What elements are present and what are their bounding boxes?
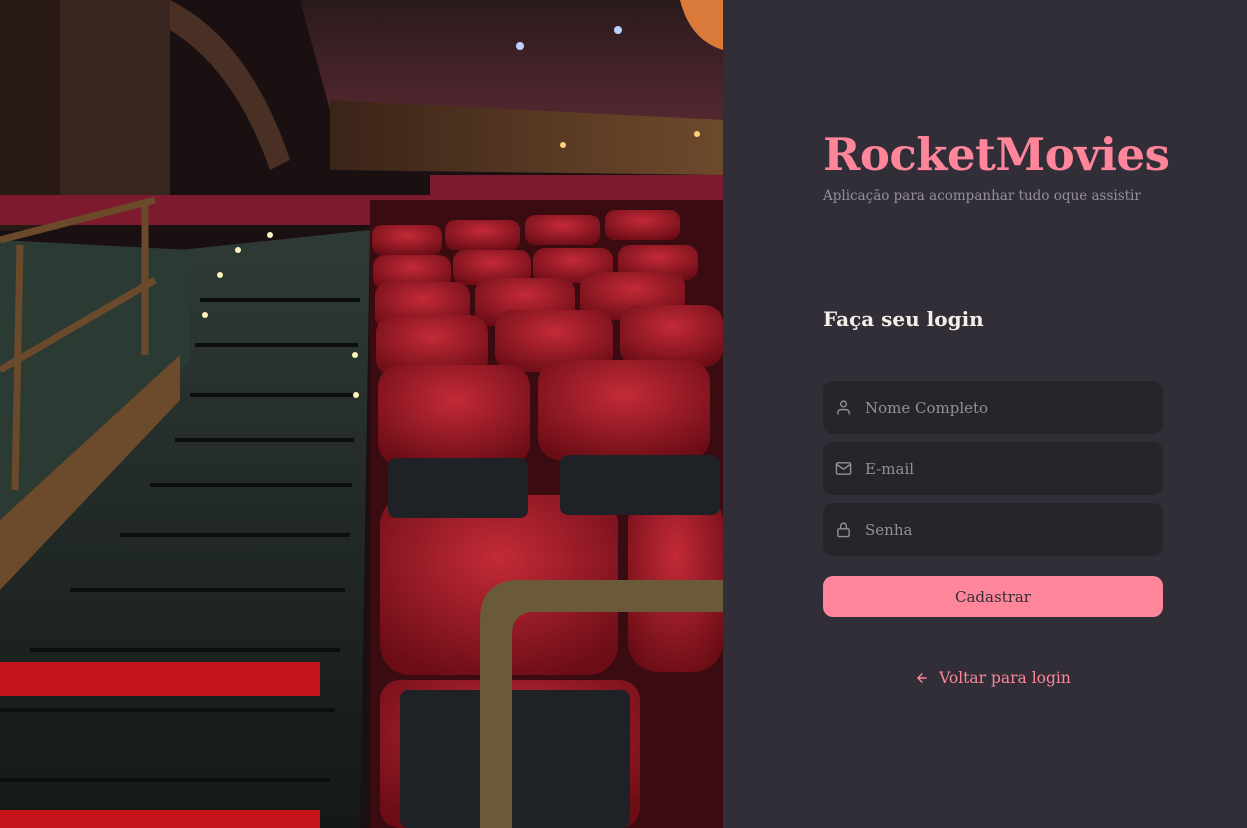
arrow-left-icon (915, 671, 929, 685)
register-button[interactable]: Cadastrar (823, 576, 1163, 617)
brand-subtitle: Aplicação para acompanhar tudo oque assi… (823, 188, 1141, 204)
signup-panel: RocketMovies Aplicação para acompanhar t… (723, 0, 1247, 828)
theater-seats-photo (0, 0, 723, 828)
hero-image (0, 0, 723, 828)
email-field[interactable] (823, 442, 1163, 495)
brand-title: RocketMovies (823, 128, 1170, 181)
mail-icon (833, 459, 853, 479)
name-field[interactable] (823, 381, 1163, 434)
form-heading: Faça seu login (823, 307, 984, 331)
back-to-login-label[interactable]: Voltar para login (939, 669, 1071, 687)
lock-icon (833, 520, 853, 540)
password-input[interactable] (865, 503, 1163, 556)
user-icon (833, 398, 853, 418)
back-to-login-link[interactable]: Voltar para login (823, 666, 1163, 690)
password-field[interactable] (823, 503, 1163, 556)
name-input[interactable] (865, 381, 1163, 434)
email-input[interactable] (865, 442, 1163, 495)
